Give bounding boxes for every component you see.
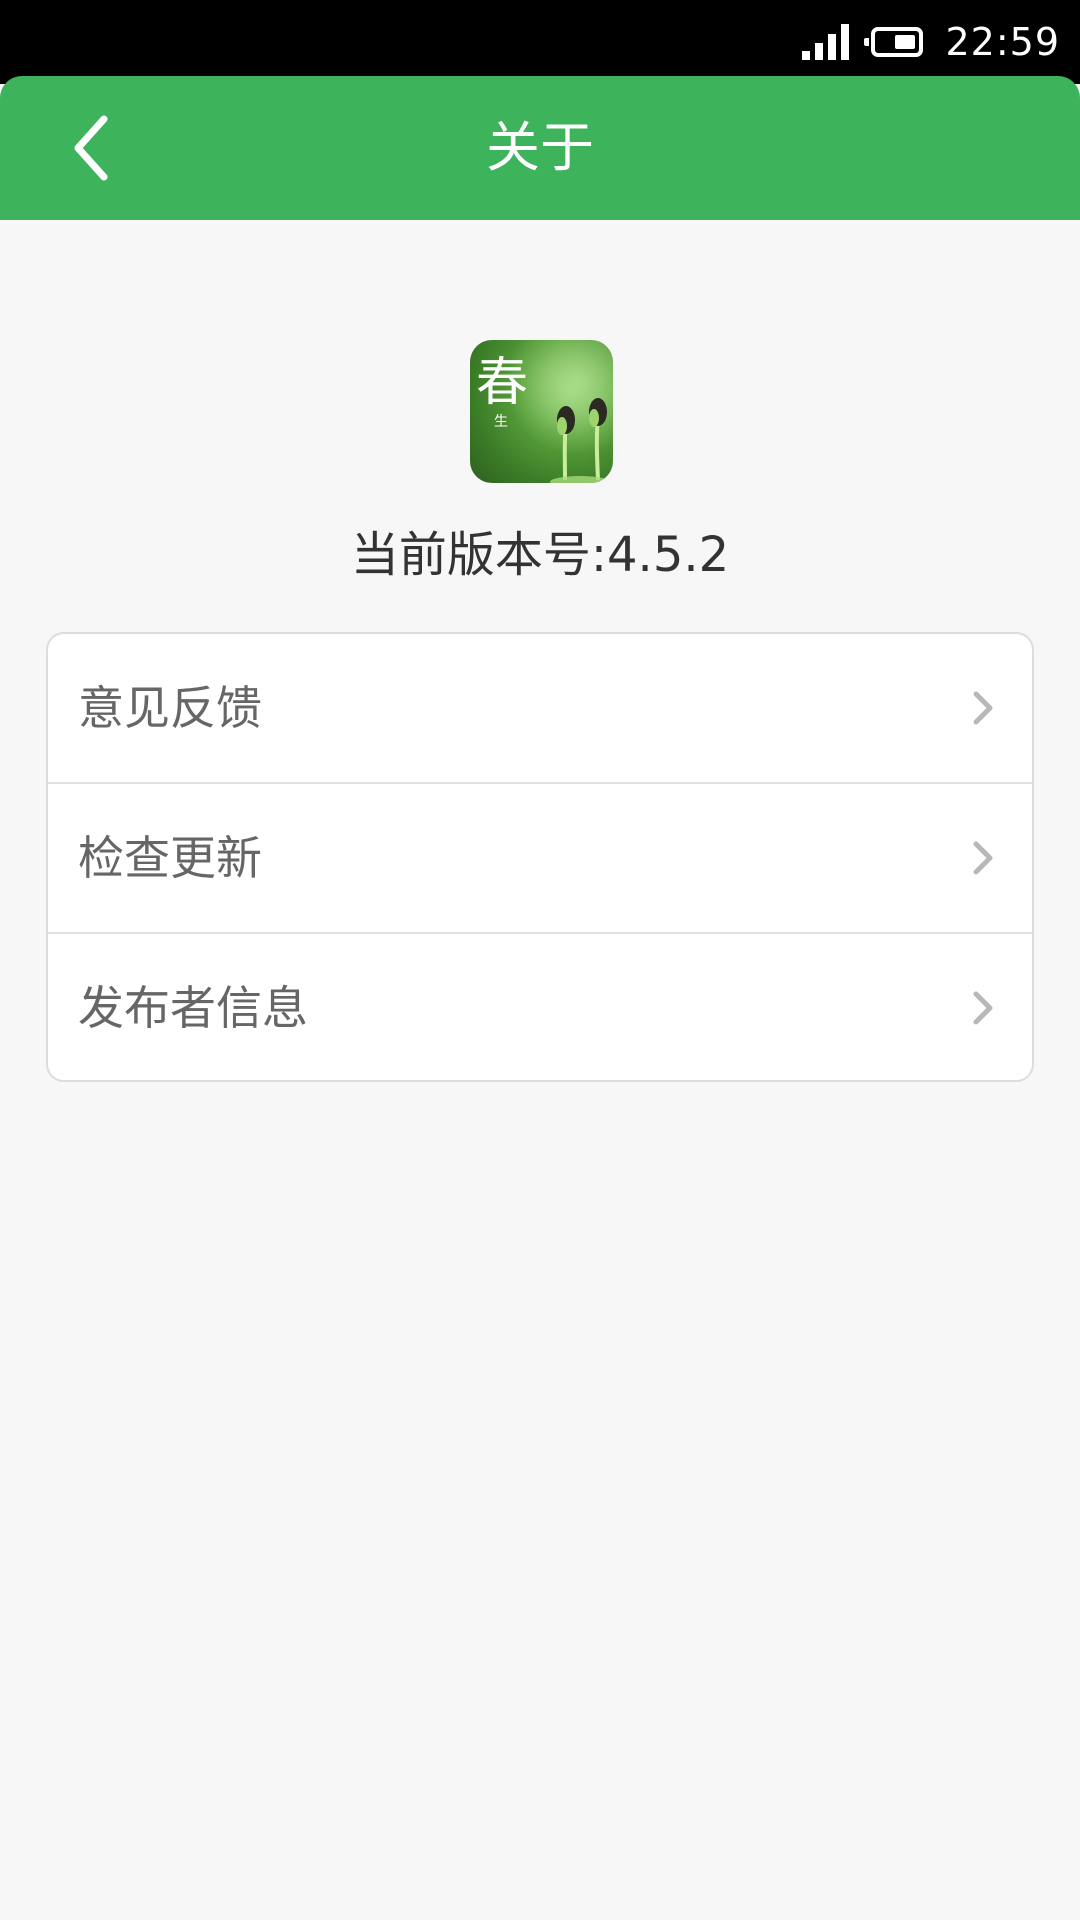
chevron-right-icon — [973, 991, 993, 1025]
menu-item-publisher-info[interactable]: 发布者信息 — [48, 934, 1032, 1080]
menu-item-label: 意见反馈 — [78, 681, 262, 735]
status-time: 22:59 — [945, 20, 1060, 64]
status-icons: 22:59 — [802, 0, 1060, 84]
about-screen: 22:59 关于 春 生 当前版本号:4.5.2 意见反馈 检查更新 发布者信息 — [0, 0, 1080, 1920]
logo-subtext: 生 — [494, 414, 508, 430]
logo-text: 春 — [476, 353, 528, 413]
menu-item-check-update[interactable]: 检查更新 — [48, 784, 1032, 934]
app-logo: 春 生 — [470, 340, 613, 483]
version-label: 当前版本号:4.5.2 — [350, 527, 730, 583]
page-title: 关于 — [486, 116, 594, 179]
chevron-right-icon — [973, 841, 993, 875]
title-bar: 关于 — [0, 76, 1080, 220]
menu-item-feedback[interactable]: 意见反馈 — [48, 634, 1032, 784]
status-bar: 22:59 — [0, 0, 1080, 84]
battery-icon — [864, 27, 924, 57]
settings-menu: 意见反馈 检查更新 发布者信息 — [46, 632, 1034, 1082]
chevron-right-icon — [973, 691, 993, 725]
menu-item-label: 检查更新 — [78, 831, 262, 885]
signal-icon — [802, 24, 850, 60]
menu-item-label: 发布者信息 — [78, 981, 308, 1035]
app-logo-image: 春 生 — [470, 340, 613, 483]
